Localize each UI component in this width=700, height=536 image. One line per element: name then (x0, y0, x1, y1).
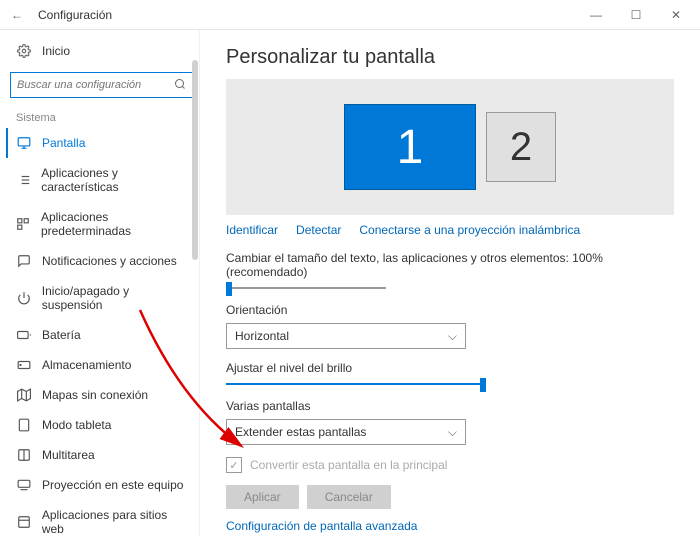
nav-label: Notificaciones y acciones (42, 254, 177, 268)
nav-apps[interactable]: Aplicaciones y características (8, 158, 199, 202)
page-title: Personalizar tu pantalla (226, 46, 674, 69)
minimize-icon: — (590, 8, 602, 22)
nav-label: Almacenamiento (42, 358, 131, 372)
nav-notifications[interactable]: Notificaciones y acciones (8, 246, 199, 276)
back-arrow-icon: ← (11, 8, 23, 22)
close-icon: ✕ (671, 8, 681, 22)
search-icon (174, 78, 186, 93)
cancel-button: Cancelar (307, 485, 391, 509)
primary-display-checkbox: ✓ Convertir esta pantalla en la principa… (226, 457, 674, 473)
scale-slider[interactable] (226, 287, 386, 289)
monitor-2[interactable]: 2 (486, 112, 556, 182)
default-apps-icon (16, 217, 31, 231)
connect-link[interactable]: Conectarse a una proyección inalámbrica (359, 223, 580, 237)
nav-power[interactable]: Inicio/apagado y suspensión (8, 276, 199, 320)
nav-label: Aplicaciones predeterminadas (41, 210, 191, 238)
nav-label: Pantalla (42, 136, 85, 150)
nav-storage[interactable]: Almacenamiento (8, 350, 199, 380)
nav-websites[interactable]: Aplicaciones para sitios web (8, 500, 199, 536)
nav-projection[interactable]: Proyección en este equipo (8, 470, 199, 500)
tablet-icon (16, 418, 32, 432)
nav-maps[interactable]: Mapas sin conexión (8, 380, 199, 410)
nav-multitask[interactable]: Multitarea (8, 440, 199, 470)
scale-label: Cambiar el tamaño del texto, las aplicac… (226, 251, 674, 279)
power-icon (16, 291, 32, 305)
monitor-icon (16, 136, 32, 150)
search-input-container[interactable] (10, 72, 193, 98)
home-label: Inicio (42, 44, 70, 58)
nav-label: Batería (42, 328, 81, 342)
nav-tablet[interactable]: Modo tableta (8, 410, 199, 440)
nav-label: Aplicaciones y características (41, 166, 191, 194)
section-heading: Sistema (8, 106, 199, 128)
monitor-selector[interactable]: 1 2 (226, 79, 674, 215)
multiple-label: Varias pantallas (226, 399, 674, 413)
nav-default-apps[interactable]: Aplicaciones predeterminadas (8, 202, 199, 246)
nav-label: Inicio/apagado y suspensión (42, 284, 191, 312)
apply-button: Aplicar (226, 485, 299, 509)
orientation-label: Orientación (226, 303, 674, 317)
multiple-displays-dropdown[interactable]: Extender estas pantallas ⌵ (226, 419, 466, 445)
home-nav[interactable]: Inicio (8, 38, 199, 64)
orientation-value: Horizontal (235, 329, 289, 343)
nav-label: Modo tableta (42, 418, 111, 432)
projection-icon (16, 478, 32, 492)
nav-battery[interactable]: Batería (8, 320, 199, 350)
storage-icon (16, 358, 32, 372)
minimize-button[interactable]: — (576, 2, 616, 28)
search-input[interactable] (17, 79, 174, 91)
multitask-icon (16, 448, 32, 462)
chevron-down-icon: ⌵ (448, 425, 457, 440)
orientation-dropdown[interactable]: Horizontal ⌵ (226, 323, 466, 349)
window-title: Configuración (38, 8, 576, 22)
gear-icon (16, 44, 32, 58)
nav-label: Mapas sin conexión (42, 388, 148, 402)
sidebar-scrollbar[interactable] (192, 60, 198, 260)
back-button[interactable]: ← (4, 2, 30, 28)
brightness-slider[interactable] (226, 383, 486, 385)
close-button[interactable]: ✕ (656, 2, 696, 28)
nav-pantalla[interactable]: Pantalla (6, 128, 199, 158)
notifications-icon (16, 254, 32, 268)
brightness-label: Ajustar el nivel del brillo (226, 361, 674, 375)
maps-icon (16, 388, 32, 402)
nav-label: Proyección en este equipo (42, 478, 183, 492)
websites-icon (16, 515, 32, 529)
nav-label: Aplicaciones para sitios web (42, 508, 191, 536)
slider-thumb[interactable] (480, 378, 486, 392)
apps-icon (16, 173, 31, 187)
monitor-1[interactable]: 1 (344, 104, 476, 190)
slider-thumb[interactable] (226, 282, 232, 296)
checkbox-label: Convertir esta pantalla en la principal (250, 458, 447, 472)
detect-link[interactable]: Detectar (296, 223, 341, 237)
chevron-down-icon: ⌵ (448, 329, 457, 344)
multiple-value: Extender estas pantallas (235, 425, 366, 439)
advanced-settings-link[interactable]: Configuración de pantalla avanzada (226, 519, 417, 533)
identify-link[interactable]: Identificar (226, 223, 278, 237)
battery-icon (16, 328, 32, 342)
checkbox-box: ✓ (226, 457, 242, 473)
nav-label: Multitarea (42, 448, 95, 462)
maximize-button[interactable]: ☐ (616, 2, 656, 28)
maximize-icon: ☐ (631, 8, 642, 22)
